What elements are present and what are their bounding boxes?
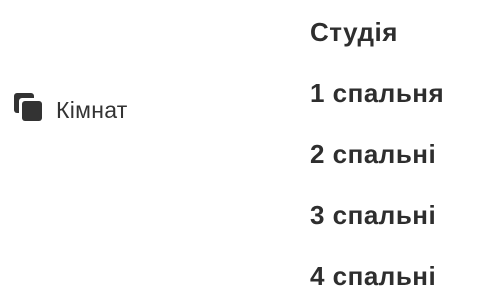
rooms-label-text: Кімнат <box>56 96 128 123</box>
rooms-icon <box>14 93 48 127</box>
option-4-bedrooms[interactable]: 4 спальні <box>310 246 444 307</box>
option-2-bedrooms[interactable]: 2 спальні <box>310 124 444 185</box>
rooms-options-list: Студія 1 спальня 2 спальні 3 спальні 4 с… <box>310 0 444 307</box>
option-1-bedroom[interactable]: 1 спальня <box>310 63 444 124</box>
option-studio[interactable]: Студія <box>310 2 444 63</box>
rooms-filter-label: Кімнат <box>14 93 128 127</box>
option-3-bedrooms[interactable]: 3 спальні <box>310 185 444 246</box>
